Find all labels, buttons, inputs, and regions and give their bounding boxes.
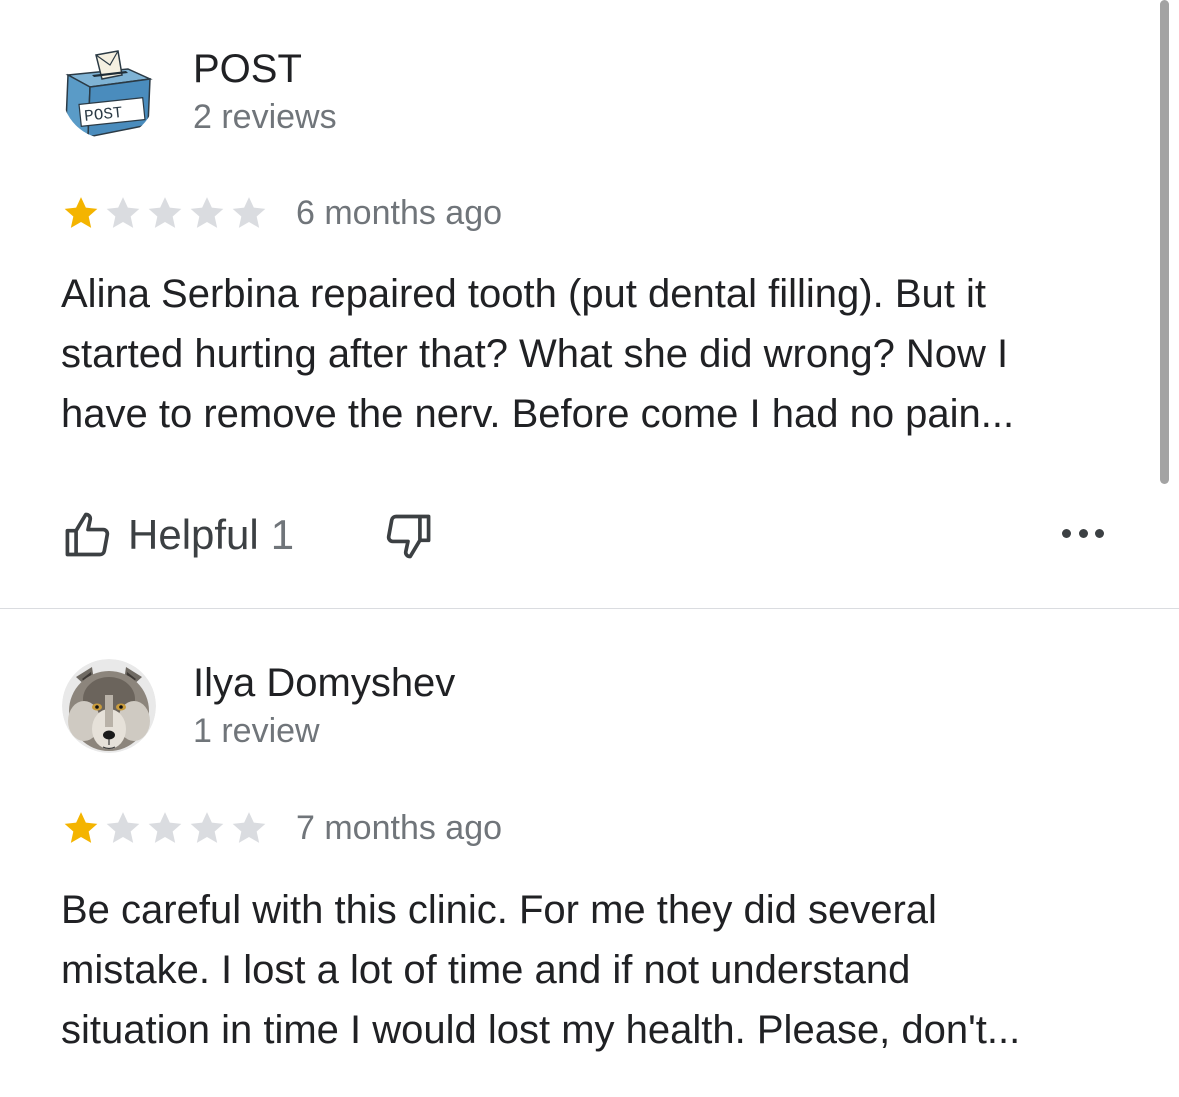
wolf-photo-avatar — [62, 659, 156, 753]
star-empty-icon — [106, 197, 140, 228]
review-text[interactable]: Alina Serbina repaired tooth (put dental… — [61, 264, 1121, 444]
author-avatar[interactable] — [62, 659, 156, 753]
author-review-count: 2 reviews — [193, 98, 337, 136]
star-empty-icon — [232, 812, 266, 843]
star-empty-icon — [190, 812, 224, 843]
rating-row: 7 months ago — [60, 806, 502, 850]
star-rating — [60, 193, 270, 233]
review-card: Ilya Domyshev 1 review 7 months ago Be c… — [0, 609, 1160, 1097]
thumbs-up-icon — [62, 509, 114, 561]
author-avatar[interactable]: POST — [62, 45, 156, 139]
thumbs-down-icon[interactable] — [382, 510, 434, 562]
author-review-count: 1 review — [193, 712, 320, 750]
star-empty-icon — [232, 197, 266, 228]
scrollbar[interactable] — [1160, 0, 1169, 484]
helpful-button[interactable]: Helpful 1 — [62, 505, 294, 565]
post-box-avatar: POST — [62, 45, 156, 139]
review-text[interactable]: Be careful with this clinic. For me they… — [61, 880, 1121, 1060]
helpful-label: Helpful — [128, 511, 259, 558]
star-empty-icon — [148, 812, 182, 843]
review-card: POST POST 2 reviews 6 months ago Alina S… — [0, 0, 1160, 608]
star-empty-icon — [190, 197, 224, 228]
review-date: 6 months ago — [296, 194, 503, 232]
author-name[interactable]: Ilya Domyshev — [193, 661, 455, 705]
review-actions: Helpful 1 — [62, 505, 1112, 565]
star-rating — [60, 808, 270, 848]
review-date: 7 months ago — [296, 809, 503, 847]
star-empty-icon — [148, 197, 182, 228]
star-filled-icon — [64, 812, 98, 843]
author-name[interactable]: POST — [193, 47, 302, 91]
star-filled-icon — [64, 197, 98, 228]
rating-row: 6 months ago — [60, 191, 502, 235]
helpful-count: 1 — [270, 511, 295, 558]
more-horizontal-icon[interactable] — [1062, 518, 1104, 548]
star-empty-icon — [106, 812, 140, 843]
